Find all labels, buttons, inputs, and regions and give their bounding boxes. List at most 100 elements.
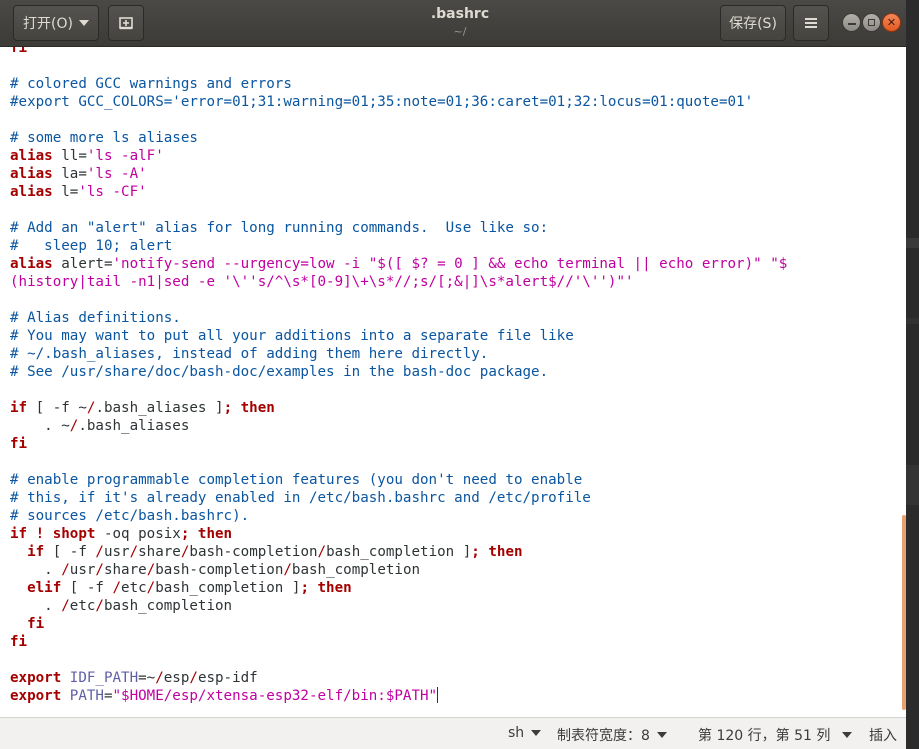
tab-width-selector[interactable]: 制表符宽度：8 [557, 725, 667, 745]
code-token: / [189, 670, 198, 686]
maximize-button[interactable] [862, 13, 881, 32]
code-token: (history|tail -n1|sed -e '\''s/^\s*[0-9]… [10, 274, 634, 290]
desktop-background-strip [906, 0, 919, 749]
insert-mode-label: 插入 [869, 728, 897, 744]
code-token: l= [52, 184, 79, 200]
code-token: =~ [138, 670, 156, 686]
minimize-button[interactable] [842, 13, 861, 32]
cursor-position-selector[interactable]: 第 120 行，第 51 列 [698, 725, 853, 745]
new-document-icon [119, 17, 133, 30]
menu-button[interactable] [793, 5, 829, 41]
code-token: PATH [61, 688, 104, 704]
code-line: # You may want to put all your additions… [10, 327, 574, 345]
code-line: alias ll='ls -alF' [10, 147, 164, 165]
code-token: fi [10, 47, 28, 56]
code-line: # some more ls aliases [10, 129, 198, 147]
close-button[interactable]: ✕ [882, 13, 901, 32]
language-selector[interactable]: sh [508, 725, 542, 741]
save-button[interactable]: 保存(S) [720, 5, 786, 41]
code-line: export IDF_PATH=~/esp/esp-idf [10, 669, 258, 687]
maximize-icon [868, 19, 875, 26]
new-document-button[interactable] [108, 5, 144, 41]
code-line: #export GCC_COLORS='error=01;31:warning=… [10, 93, 753, 111]
gedit-window: 打开(O) .bashrc ~/ 保存(S) ✕ fi # colored GCC… [0, 0, 906, 749]
minimize-icon [847, 23, 856, 25]
chevron-down-icon [842, 732, 853, 738]
code-token: esp-idf [197, 670, 258, 686]
code-token: ; then [223, 400, 275, 416]
code-token: alert= [52, 256, 113, 272]
text-editor-area[interactable]: fi # colored GCC warnings and errors #expo… [0, 47, 906, 717]
header-bar: 打开(O) .bashrc ~/ 保存(S) ✕ [0, 0, 906, 47]
code-line: # this, if it's already enabled in /etc/… [10, 489, 591, 507]
text-cursor [437, 687, 439, 703]
code-token: if [10, 544, 45, 560]
code-token: usr [103, 544, 130, 560]
code-token: . [10, 562, 62, 578]
chevron-down-icon [78, 20, 89, 26]
code-token: elif [10, 580, 62, 596]
code-token: # some more ls aliases [10, 130, 198, 146]
close-icon: ✕ [886, 16, 897, 29]
code-line: alias l='ls -CF' [10, 183, 147, 201]
code-token: = [103, 688, 113, 704]
code-token: "$HOME/esp/xtensa-esp32-elf/bin:$PATH" [112, 688, 438, 704]
code-line: if ! shopt -oq posix; then [10, 525, 232, 543]
code-line: . /usr/share/bash-completion/bash_comple… [10, 561, 420, 579]
code-token: # colored GCC warnings and errors [10, 76, 292, 92]
code-token: / [129, 544, 139, 560]
code-token: / [95, 544, 104, 560]
code-token: [ -f ~ [27, 400, 87, 416]
code-token: la= [52, 166, 87, 182]
code-token: # Add an "alert" alias for long running … [10, 220, 549, 236]
code-token: alias [10, 184, 53, 200]
code-token: export [10, 670, 62, 686]
code-token: / [283, 562, 292, 578]
code-token: bash-completion [189, 544, 318, 560]
code-line: . ~/.bash_aliases [10, 417, 189, 435]
window-subtitle: ~/ [453, 25, 467, 38]
code-line: . /etc/bash_completion [10, 597, 232, 615]
code-token: fi [10, 634, 28, 650]
code-token: 'ls -CF' [78, 184, 147, 200]
code-token: .bash_aliases [78, 418, 190, 434]
code-token: / [146, 580, 156, 596]
code-line: # sleep 10; alert [10, 237, 172, 255]
code-token: / [61, 598, 70, 614]
code-token: esp [163, 670, 190, 686]
code-token: / [155, 670, 164, 686]
code-token: / [112, 580, 122, 596]
code-token: # sleep 10; alert [10, 238, 173, 254]
code-token: bash_completion ] [326, 544, 472, 560]
code-line: fi [10, 435, 27, 453]
vertical-scrollbar[interactable] [902, 515, 906, 710]
cursor-position-label: 第 120 行，第 51 列 [698, 728, 831, 744]
open-button-label: 打开(O) [23, 16, 73, 32]
code-line: # ~/.bash_aliases, instead of adding the… [10, 345, 488, 363]
code-line: # colored GCC warnings and errors [10, 75, 292, 93]
code-token: etc [121, 580, 147, 596]
code-token: ll= [52, 148, 87, 164]
code-token: alias [10, 256, 53, 272]
insert-mode-indicator[interactable]: 插入 [869, 725, 897, 745]
code-token: alias [10, 166, 53, 182]
code-token: # ~/.bash_aliases, instead of adding the… [10, 346, 489, 362]
code-token: bash_completion ] [155, 580, 301, 596]
code-token: / [61, 562, 70, 578]
code-token: bash_completion [103, 598, 233, 614]
code-token: IDF_PATH [61, 670, 139, 686]
language-label: sh [508, 725, 525, 741]
code-line: if [ -f /usr/share/bash-completion/bash_… [10, 543, 522, 561]
code-token: if [10, 400, 28, 416]
code-token: 'ls -alF' [86, 148, 164, 164]
code-token: 'notify-send --urgency=low -i "$([ $? = … [112, 256, 788, 272]
code-token: fi [10, 436, 28, 452]
code-line: alias alert='notify-send --urgency=low -… [10, 255, 787, 273]
code-token: . [10, 598, 62, 614]
code-token: # enable programmable completion feature… [10, 472, 583, 488]
code-token: share [103, 562, 147, 578]
hamburger-menu-icon [805, 18, 817, 28]
code-token: .bash_aliases ] [95, 400, 224, 416]
code-token: -oq posix [95, 526, 181, 542]
open-button[interactable]: 打开(O) [13, 5, 99, 41]
